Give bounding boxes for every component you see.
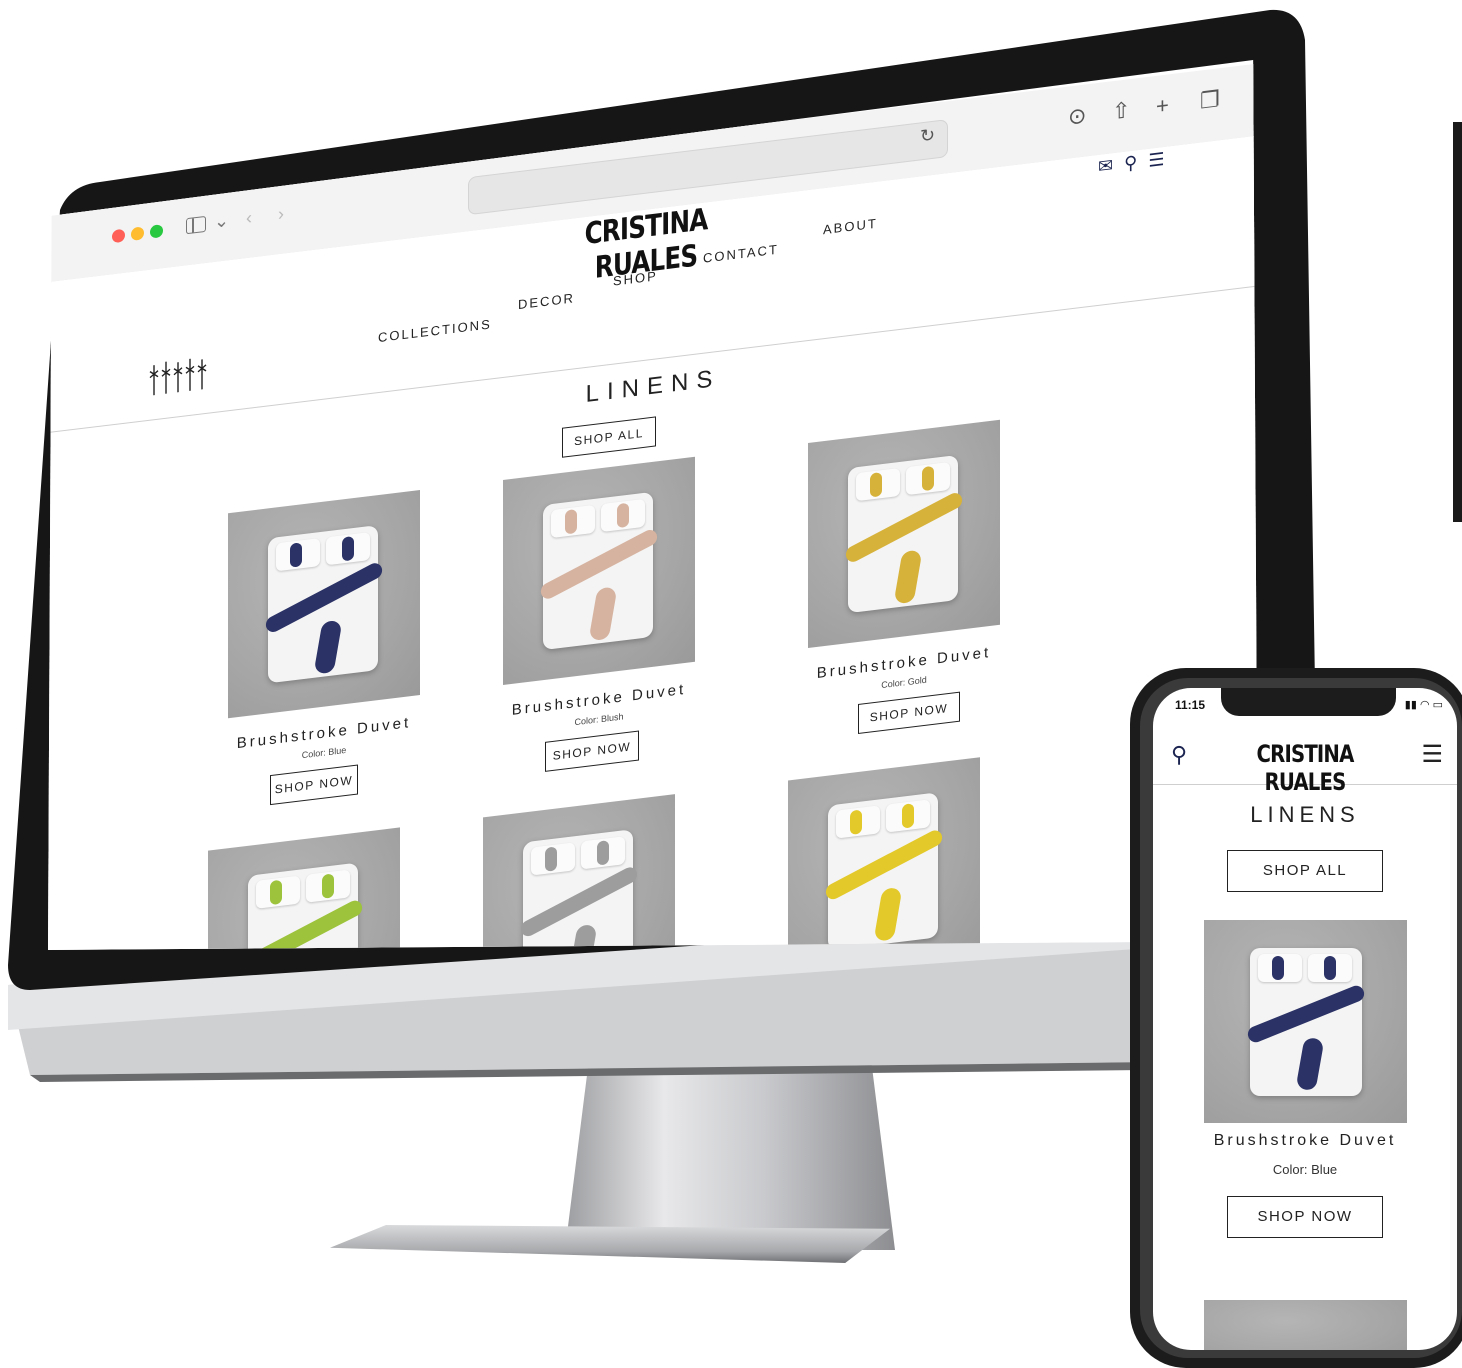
- mobile-page-title: LINENS: [1250, 802, 1360, 827]
- product-image-gold[interactable]: [808, 419, 1000, 649]
- phone-notch: [1221, 688, 1396, 716]
- forward-icon[interactable]: ›: [278, 203, 284, 225]
- mobile-brand[interactable]: CRISTINA RUALES: [1221, 740, 1388, 796]
- duvet-illustration: [243, 862, 365, 950]
- product-image-grey[interactable]: [483, 794, 675, 950]
- product-image-green[interactable]: [208, 827, 400, 950]
- mobile-product-color: Color: Blue: [1272, 1162, 1338, 1177]
- nav-collections[interactable]: COLLECTIONS: [378, 316, 492, 345]
- status-time: 11:15: [1175, 698, 1206, 712]
- product-image-yellow[interactable]: [788, 757, 980, 950]
- sidebar-icon[interactable]: [186, 215, 206, 235]
- mobile-header: ⚲ CRISTINA RUALES ☰: [1153, 726, 1457, 796]
- shop-now-button-gold[interactable]: SHOP NOW: [858, 691, 960, 734]
- logo-figures-icon[interactable]: [148, 351, 208, 403]
- duvet-illustration: [518, 829, 640, 950]
- mail-icon[interactable]: ✉: [1098, 155, 1113, 177]
- nav-decor[interactable]: DECOR: [518, 290, 575, 312]
- reload-icon[interactable]: ↻: [920, 125, 935, 148]
- menu-icon[interactable]: ☰: [1421, 740, 1443, 769]
- chevron-down-icon[interactable]: ⌄: [214, 210, 229, 233]
- menu-icon[interactable]: ☰: [1148, 149, 1164, 171]
- search-icon[interactable]: ⚲: [1124, 152, 1137, 174]
- duvet-illustration: [823, 792, 945, 950]
- mobile-product-name[interactable]: Brushstroke Duvet: [1153, 1132, 1457, 1150]
- mobile-next-product-image[interactable]: [1204, 1300, 1407, 1350]
- duvet-illustration: [843, 454, 965, 614]
- minimize-window-button[interactable]: [131, 226, 144, 241]
- duvet-illustration: [1245, 948, 1367, 1096]
- duvet-illustration: [538, 491, 660, 651]
- close-window-button[interactable]: [112, 228, 125, 244]
- mobile-screen: 11:15 ▮▮ ◠ ▭ ⚲ CRISTINA RUALES ☰ LINENS …: [1153, 688, 1457, 1350]
- desktop-screen: ⌄ ‹ › ↻ ⊙ ⇧ + ❐ CRISTINA RUALES COLLECTI…: [48, 60, 1258, 950]
- search-icon[interactable]: ⚲: [1171, 742, 1187, 768]
- shop-all-button[interactable]: SHOP ALL: [562, 416, 656, 458]
- desktop-browser: ⌄ ‹ › ↻ ⊙ ⇧ + ❐ CRISTINA RUALES COLLECTI…: [48, 63, 1258, 950]
- product-image-blush[interactable]: [503, 456, 695, 685]
- product-image-blue[interactable]: [228, 489, 420, 719]
- plus-icon[interactable]: +: [1156, 92, 1169, 120]
- zoom-window-button[interactable]: [150, 224, 163, 239]
- back-icon[interactable]: ‹: [246, 207, 252, 229]
- shop-now-button-blush[interactable]: SHOP NOW: [545, 730, 639, 772]
- download-icon[interactable]: ⊙: [1068, 102, 1086, 130]
- share-icon[interactable]: ⇧: [1112, 97, 1130, 125]
- mobile-product-image[interactable]: [1204, 920, 1407, 1123]
- status-icons: ▮▮ ◠ ▭: [1404, 699, 1443, 711]
- shop-now-button-blue[interactable]: SHOP NOW: [270, 764, 358, 806]
- mobile-shop-now-button[interactable]: SHOP NOW: [1227, 1196, 1383, 1238]
- mobile-shop-all-button[interactable]: SHOP ALL: [1227, 850, 1383, 892]
- tabs-icon[interactable]: ❐: [1200, 86, 1220, 114]
- header-icons: ✉ ⚲ ☰: [1098, 149, 1164, 178]
- nav-about[interactable]: ABOUT: [823, 216, 878, 238]
- duvet-illustration: [263, 525, 385, 684]
